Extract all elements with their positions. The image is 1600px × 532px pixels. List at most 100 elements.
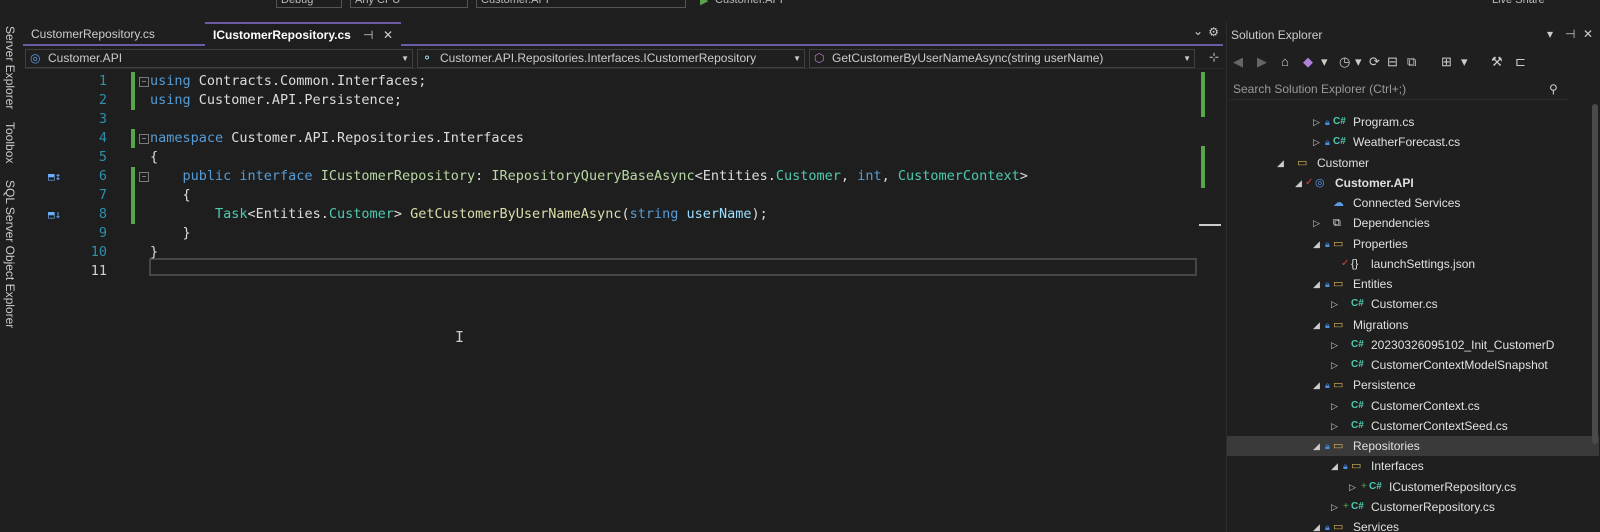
pin-icon[interactable]: ⊣ (363, 24, 373, 46)
tree-item[interactable]: ▷ + C# CustomerRepository.cs (1227, 497, 1599, 517)
expand-arrow-icon[interactable]: ▷ (1331, 416, 1338, 436)
collapse-arrow-icon[interactable]: ◢ (1313, 234, 1320, 254)
tree-item[interactable]: ☁ Connected Services (1227, 193, 1599, 213)
expand-arrow-icon[interactable]: ▷ (1313, 112, 1320, 132)
run-target-label[interactable]: Customer.API (715, 0, 783, 9)
tree-item[interactable]: ▷ C# Customer.cs (1227, 294, 1599, 314)
dropdown-arrow-icon[interactable]: ▾ (1461, 54, 1468, 70)
tree-item[interactable]: ◢ ▭ Customer (1227, 153, 1599, 173)
tab-icustomer-repository[interactable]: ICustomerRepository.cs ⊣ ✕ (205, 22, 401, 46)
settings-gear-icon[interactable]: ⚙ (1208, 25, 1219, 39)
tree-item[interactable]: ▷ C# CustomerContext.cs (1227, 396, 1599, 416)
run-icon[interactable]: ▶ (700, 0, 708, 9)
code-line[interactable]: 5{ (23, 148, 1223, 167)
live-share-button[interactable]: Live Share (1492, 0, 1545, 9)
collapse-arrow-icon[interactable]: ◢ (1277, 153, 1284, 173)
tree-item[interactable]: ▷ + C# ICustomerRepository.cs (1227, 477, 1599, 497)
code-line[interactable]: 4 − namespace Customer.API.Repositories.In… (23, 129, 1223, 148)
auto-hide-pin-icon[interactable]: ⊣ (1565, 27, 1575, 41)
close-icon[interactable]: ✕ (383, 24, 393, 46)
tree-item[interactable]: ◢ ✓ ◎ Customer.API (1227, 173, 1599, 193)
implementation-glyph-icon[interactable]: ⬒↓ (48, 205, 61, 224)
forward-icon[interactable]: ▶ (1257, 54, 1267, 70)
tree-item[interactable]: ✓{} launchSettings.json (1227, 254, 1599, 274)
collapse-arrow-icon[interactable]: ◢ (1313, 375, 1320, 395)
code-line[interactable]: 10} (23, 243, 1223, 262)
tree-item[interactable]: ◢ 🔒︎ ▭ Repositories (1227, 436, 1599, 456)
tree-item[interactable]: ◢ 🔒︎ ▭ Persistence (1227, 375, 1599, 395)
scrollbar-thumb[interactable] (1592, 104, 1598, 444)
home-icon[interactable]: ⌂ (1281, 54, 1289, 69)
expand-arrow-icon[interactable]: ▷ (1331, 497, 1338, 517)
expand-arrow-icon[interactable]: ▷ (1331, 355, 1338, 375)
collapse-arrow-icon[interactable]: ◢ (1313, 315, 1320, 335)
tree-item[interactable]: ◢ 🔒︎ ▭ Migrations (1227, 315, 1599, 335)
code-area[interactable]: 1− using Contracts.Common.Interfaces; 2 usi… (23, 72, 1223, 532)
tree-item[interactable]: ▷ C# CustomerContextSeed.cs (1227, 416, 1599, 436)
collapse-arrow-icon[interactable]: ◢ (1331, 456, 1338, 476)
tab-customer-repository[interactable]: CustomerRepository.cs (23, 22, 201, 46)
tree-item[interactable]: ▷ 🔒︎ C# WeatherForecast.cs (1227, 132, 1599, 152)
tab-overflow-chevron-icon[interactable]: ⌄ (1193, 24, 1203, 38)
expand-arrow-icon[interactable]: ▷ (1331, 294, 1338, 314)
tree-item[interactable]: ◢ 🔒︎ ▭ Interfaces (1227, 456, 1599, 476)
code-line[interactable]: 7 { (23, 186, 1223, 205)
expand-arrow-icon[interactable]: ▷ (1331, 335, 1338, 355)
expand-arrow-icon[interactable]: ▷ (1313, 213, 1320, 233)
dropdown-arrow-icon[interactable]: ▾ (1321, 54, 1328, 70)
tree-item[interactable]: ▷ C# CustomerContextModelSnapshot (1227, 355, 1599, 375)
dropdown-arrow-icon[interactable]: ▾ (1355, 54, 1362, 70)
close-icon[interactable]: ✕ (1583, 27, 1593, 41)
collapse-arrow-icon[interactable]: ◢ (1313, 517, 1320, 532)
collapse-region-icon[interactable]: − (139, 134, 149, 144)
expand-arrow-icon[interactable]: ▷ (1313, 132, 1320, 152)
tree-item[interactable]: ◢ 🔒︎ ▭ Services (1227, 517, 1599, 532)
view-code-icon[interactable]: ⊞ (1441, 54, 1452, 70)
code-line[interactable]: ⬒↓ 8 Task<Entities.Customer> GetCustomerB… (23, 205, 1223, 224)
solution-search-input[interactable]: Search Solution Explorer (Ctrl+;) (1229, 78, 1569, 100)
tree-item[interactable]: ▷ C# 20230326095102_Init_CustomerD (1227, 335, 1599, 355)
type-nav-dropdown[interactable]: ⚬ Customer.API.Repositories.Interfaces.I… (417, 49, 805, 68)
server-explorer-tab[interactable]: Server Explorer (3, 26, 17, 109)
collapse-arrow-icon[interactable]: ◢ (1313, 274, 1320, 294)
collapse-region-icon[interactable]: − (139, 172, 149, 182)
solution-platform-dropdown[interactable]: Any CPU (350, 0, 468, 8)
search-icon[interactable]: ⚲ (1549, 82, 1558, 96)
expand-arrow-icon[interactable]: ▷ (1349, 477, 1356, 497)
pending-changes-filter-icon[interactable]: ◷ (1339, 54, 1350, 70)
code-line[interactable]: 1 − using Contracts.Common.Interfaces; (23, 72, 1223, 91)
code-line[interactable]: 11 (23, 262, 1223, 281)
tree-item-label: Connected Services (1353, 196, 1461, 210)
code-line[interactable]: 2 using Customer.API.Persistence; (23, 91, 1223, 110)
split-window-icon[interactable]: ⊹ (1209, 50, 1219, 64)
collapse-region-icon[interactable]: − (139, 77, 149, 87)
member-nav-dropdown[interactable]: ⬡ GetCustomerByUserNameAsync(string user… (809, 49, 1195, 68)
refresh-icon[interactable]: ⟳ (1369, 54, 1380, 70)
collapse-arrow-icon[interactable]: ◢ (1295, 173, 1302, 193)
preview-selected-items-icon[interactable]: ⊏ (1515, 54, 1526, 70)
project-nav-dropdown[interactable]: ◎ Customer.API ▼ (25, 49, 413, 68)
switch-views-icon[interactable]: ◆ (1303, 54, 1313, 70)
collapse-arrow-icon[interactable]: ◢ (1313, 436, 1320, 456)
code-line[interactable]: 9 } (23, 224, 1223, 243)
tree-item[interactable]: ◢ 🔒︎ ▭ Properties (1227, 234, 1599, 254)
startup-project-dropdown[interactable]: Customer.API (476, 0, 686, 8)
code-line[interactable]: 3 (23, 110, 1223, 129)
properties-folder-icon: ▭ (1333, 237, 1344, 250)
back-icon[interactable]: ◀ (1233, 54, 1243, 70)
window-position-chevron-icon[interactable]: ▾ (1547, 27, 1553, 41)
implementation-glyph-icon[interactable]: ⬒↕ (48, 167, 61, 186)
code-line[interactable]: ⬒↕ 6 − public interface ICustomerRepositor… (23, 167, 1223, 186)
expand-arrow-icon[interactable]: ▷ (1331, 396, 1338, 416)
tree-item[interactable]: ◢ 🔒︎ ▭ Entities (1227, 274, 1599, 294)
solution-configuration-dropdown[interactable]: Debug (276, 0, 342, 8)
tree-item[interactable]: ▷ 🔒︎ C# Program.cs (1227, 112, 1599, 132)
tree-item[interactable]: ▷ ⧉ Dependencies (1227, 213, 1599, 233)
show-all-files-icon[interactable]: ⧉ (1407, 54, 1416, 70)
properties-wrench-icon[interactable]: ⚒ (1491, 54, 1503, 70)
sql-server-object-explorer-tab[interactable]: SQL Server Object Explorer (3, 180, 17, 328)
collapse-all-icon[interactable]: ⊟ (1387, 54, 1398, 70)
solution-explorer-scrollbar[interactable] (1592, 104, 1598, 532)
toolbox-tab[interactable]: Toolbox (3, 122, 17, 163)
editor-vertical-scrollbar[interactable] (1199, 72, 1223, 532)
